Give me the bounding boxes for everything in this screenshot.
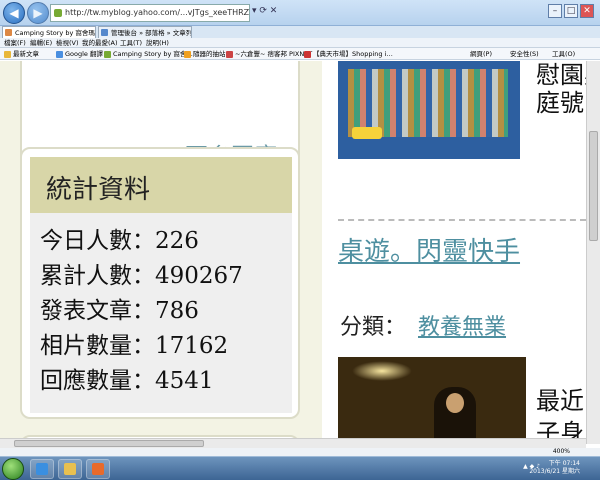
menu-edit[interactable]: 編輯(E) (30, 38, 52, 48)
taskbar-explorer[interactable] (58, 459, 82, 479)
address-text: http://tw.myblog.yahoo.com/...vJTgs_xeeT… (65, 8, 250, 17)
fav-latest[interactable]: 最新文章 (4, 48, 39, 60)
media-player-icon (92, 463, 104, 475)
horizontal-scroll-thumb[interactable] (14, 440, 204, 447)
menu-file[interactable]: 檔案(F) (4, 38, 26, 48)
post-title-link[interactable]: 桌遊。閃靈快手 (338, 231, 520, 268)
taskbar-ie[interactable] (30, 459, 54, 479)
vertical-scroll-thumb[interactable] (589, 131, 598, 241)
star-icon (4, 51, 11, 58)
folder-icon (64, 463, 76, 475)
address-tools[interactable]: ▾ ⟳ ✕ (252, 6, 277, 16)
stat-photos: 相片數量：17162 (40, 333, 229, 359)
taskbar: ▲ ◆ ♪ 下午 07:14 2013/6/21 星期六 (0, 456, 600, 480)
stats-header: 統計資料 (30, 157, 292, 213)
tab-admin[interactable]: 管理後台 » 部落格 » 文章列表 (98, 26, 192, 38)
favorites-bar: 最新文章 Google 翻譯 Camping Story by 窩舍… 隨器的抽… (0, 48, 600, 60)
tab-label: Camping Story by 窩舍瑪(… (15, 29, 96, 37)
fav-google-translate[interactable]: Google 翻譯 (56, 48, 103, 60)
fav-camping-story[interactable]: Camping Story by 窩舍… (104, 48, 193, 60)
cmd-safety[interactable]: 安全性(S) (510, 48, 539, 60)
clock-time: 下午 07:14 (548, 460, 580, 467)
tab-label: 管理後台 » 部落格 » 文章列表 (111, 29, 192, 37)
page-icon (104, 51, 111, 58)
menu-view[interactable]: 檢視(V) (56, 38, 79, 48)
menu-favorites[interactable]: 我的最愛(A) (82, 38, 118, 48)
stats-box: 統計資料 今日人數：226 累計人數：490267 發表文章：786 相片數量：… (20, 147, 300, 419)
close-button[interactable]: ✕ (580, 4, 594, 18)
family-badge (352, 127, 382, 139)
site-favicon (54, 9, 62, 17)
lamp-glow (352, 361, 412, 381)
tab-favicon (101, 29, 108, 36)
boardgame-photo[interactable] (338, 61, 520, 159)
fav-label: 隨器的抽站 (193, 50, 226, 58)
fav-label: Camping Story by 窩舍… (113, 50, 193, 58)
fav-suiqi[interactable]: 隨器的抽站 (184, 48, 226, 60)
stat-total: 累計人數：490267 (40, 263, 243, 289)
stat-today: 今日人數：226 (40, 228, 199, 254)
back-button[interactable]: ◀ (3, 2, 25, 24)
fav-label: 最新文章 (13, 50, 39, 58)
menu-help[interactable]: 說明(H) (146, 38, 169, 48)
person-face (446, 393, 464, 413)
page-icon (226, 51, 233, 58)
tab-favicon (5, 29, 12, 36)
google-icon (56, 51, 63, 58)
post-text-clipped: 最近 (536, 387, 584, 415)
category-link[interactable]: 教養無業 (418, 309, 506, 341)
fav-label: Google 翻譯 (65, 50, 103, 58)
ie-icon (36, 463, 48, 475)
stat-posts: 發表文章：786 (40, 298, 199, 324)
menu-bar: 檔案(F) 編輯(E) 檢視(V) 我的最愛(A) 工具(T) 說明(H) (0, 38, 600, 48)
maximize-button[interactable]: □ (564, 4, 578, 18)
forward-button[interactable]: ▶ (27, 2, 49, 24)
stats-list: 今日人數：226 累計人數：490267 發表文章：786 相片數量：17162… (30, 213, 292, 413)
clock-date: 2013/6/21 星期六 (529, 468, 580, 475)
post-divider (338, 219, 586, 221)
fav-pixnet[interactable]: ~六倉豐~ 痞客邦 PIXNET (226, 48, 312, 60)
stat-replies: 回應數量：4541 (40, 368, 214, 394)
fav-label: ~六倉豐~ 痞客邦 PIXNET (235, 50, 313, 58)
post-photo[interactable] (338, 357, 526, 444)
clock[interactable]: 下午 07:14 2013/6/21 星期六 (529, 460, 580, 476)
page-icon (184, 51, 191, 58)
category-label: 分類： (340, 315, 407, 340)
fav-shopping[interactable]: 【典天市場】Shopping i… (304, 48, 393, 60)
web-page: 更多回應 統計資料 今日人數：226 累計人數：490267 發表文章：786 … (0, 61, 600, 444)
taskbar-mediaplayer[interactable] (86, 459, 110, 479)
address-bar[interactable]: http://tw.myblog.yahoo.com/...vJTgs_xeeT… (50, 4, 250, 22)
zoom-level[interactable]: 400% (553, 448, 570, 456)
start-button[interactable] (2, 458, 24, 480)
minimize-button[interactable]: – (548, 4, 562, 18)
horizontal-scrollbar[interactable] (0, 438, 586, 448)
status-bar: 400% (0, 448, 600, 456)
stats-title: 統計資料 (46, 175, 151, 205)
sidebar: 更多回應 統計資料 今日人數：226 累計人數：490267 發表文章：786 … (0, 61, 322, 444)
vertical-scrollbar[interactable] (586, 61, 600, 444)
browser-titlebar: ◀ ▶ http://tw.myblog.yahoo.com/...vJTgs_… (0, 0, 600, 26)
post-text-clipped: 庭號 (536, 89, 584, 117)
page-icon (304, 51, 311, 58)
cmd-page[interactable]: 網頁(P) (470, 48, 492, 60)
cmd-tools[interactable]: 工具(O) (552, 48, 575, 60)
tab-camping-story[interactable]: Camping Story by 窩舍瑪(… (2, 26, 96, 38)
tab-strip: Camping Story by 窩舍瑪(… 管理後台 » 部落格 » 文章列表 (0, 26, 600, 38)
fav-label: 【典天市場】Shopping i… (313, 50, 393, 58)
menu-tools[interactable]: 工具(T) (120, 38, 142, 48)
